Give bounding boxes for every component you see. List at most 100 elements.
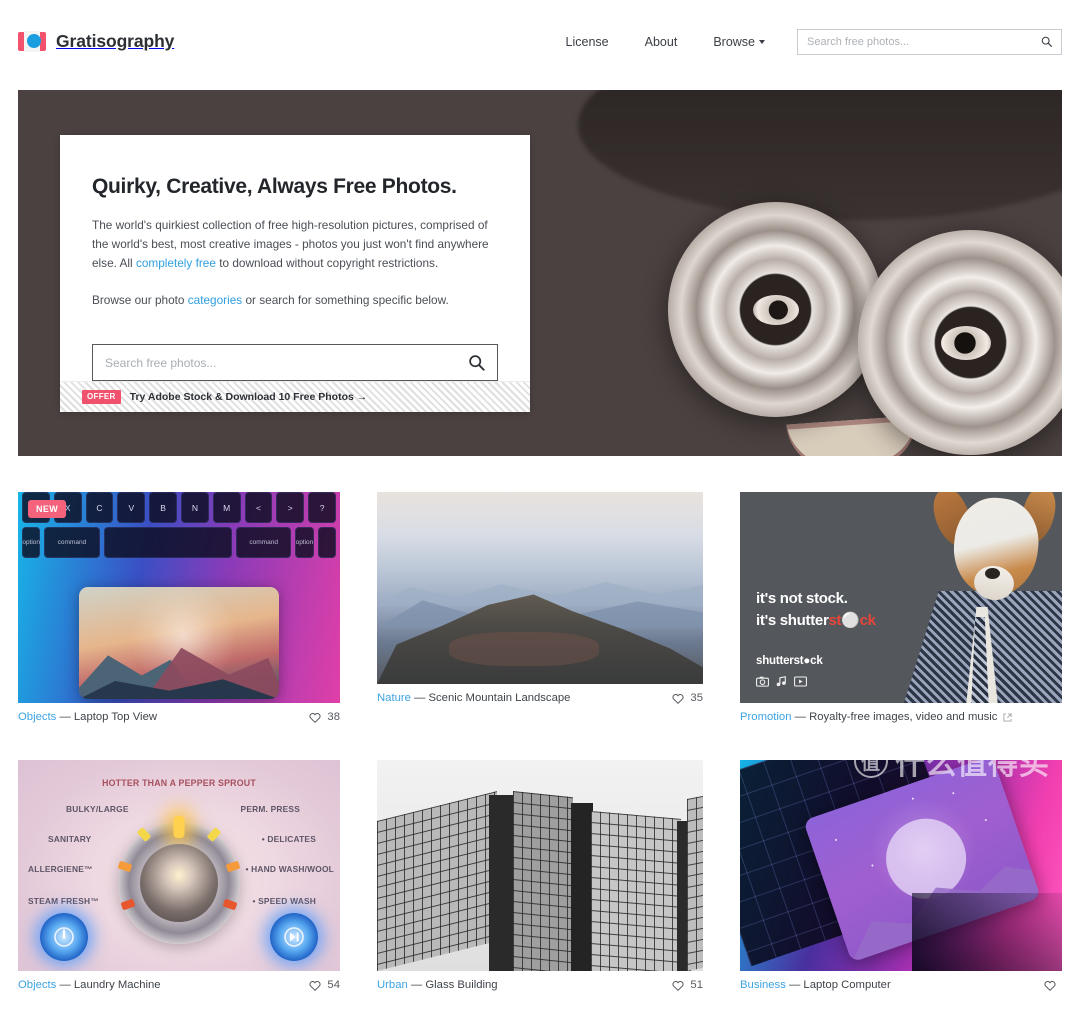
- like-counter[interactable]: 51: [672, 979, 703, 991]
- caption-separator: —: [788, 979, 801, 991]
- category-link[interactable]: Promotion: [740, 711, 792, 723]
- hero-panel: Quirky, Creative, Always Free Photos. Th…: [60, 135, 530, 412]
- like-counter[interactable]: 54: [309, 979, 340, 991]
- photo-card-promotion-shutterstock[interactable]: it's not stock. it's shutterst⚪ck shutte…: [740, 492, 1062, 723]
- search-icon[interactable]: [468, 354, 485, 371]
- photo-caption: Objects — Laptop Top View 38: [18, 703, 340, 723]
- photo-card-laptop-top-view[interactable]: XCV BNM < >? option command command option…: [18, 492, 340, 723]
- power-button[interactable]: [40, 913, 88, 961]
- site-header: Gratisography License About Browse: [0, 0, 1080, 83]
- heart-icon[interactable]: [672, 693, 684, 704]
- header-search-box[interactable]: [797, 28, 1062, 55]
- hero-p1-part-b: to download without copyright restrictio…: [215, 256, 439, 271]
- photo-thumbnail[interactable]: [377, 492, 703, 684]
- photo-card-laundry-machine[interactable]: HOTTER THAN A PEPPER SPROUT BULKY/LARGE …: [18, 760, 340, 991]
- ad-line-2-c: ck: [859, 612, 876, 629]
- header-search-input[interactable]: [807, 35, 1041, 48]
- photo-title: Laptop Top View: [73, 711, 158, 723]
- heart-icon[interactable]: [1044, 980, 1056, 991]
- control-dial: [117, 816, 241, 944]
- dial-label-speed-wash: • SPEED WASH: [252, 896, 316, 906]
- hero-search-input[interactable]: [105, 355, 468, 370]
- brand-name: Gratisography: [56, 31, 175, 51]
- like-count: 38: [327, 711, 340, 723]
- hero-paragraph-1: The world's quirkiest collection of free…: [92, 216, 498, 273]
- like-count: 51: [690, 979, 703, 991]
- nav-item-license[interactable]: License: [548, 32, 627, 52]
- photo-title: Royalty-free images, video and music: [809, 711, 998, 723]
- ad-line-2-a: it's shutter: [756, 612, 829, 629]
- hero-search-box[interactable]: [92, 344, 498, 381]
- play-pause-icon: [284, 927, 304, 947]
- main-navigation: License About Browse: [548, 28, 1062, 55]
- heart-icon[interactable]: [309, 980, 321, 991]
- photo-title: Scenic Mountain Landscape: [428, 692, 571, 704]
- gratisography-homepage: Gratisography License About Browse Searc…: [0, 0, 1080, 1013]
- music-icon: [776, 676, 786, 687]
- photo-caption: Nature — Scenic Mountain Landscape 35: [377, 684, 703, 704]
- dial-label-delicates: • DELICATES: [261, 834, 316, 844]
- nav-item-browse[interactable]: Browse: [695, 32, 783, 52]
- dial-label-hand-wash: • HAND WASH/WOOL: [245, 864, 334, 874]
- photo-thumbnail[interactable]: HOTTER THAN A PEPPER SPROUT BULKY/LARGE …: [18, 760, 340, 971]
- page-title: Quirky, Creative, Always Free Photos.: [92, 175, 457, 198]
- nav-item-about[interactable]: About: [627, 32, 696, 52]
- offer-text: Try Adobe Stock & Download 10 Free Photo…: [129, 391, 368, 403]
- category-link[interactable]: Business: [740, 979, 786, 991]
- trackpad-artwork: [79, 587, 279, 699]
- brand-logo-link[interactable]: Gratisography: [18, 31, 174, 52]
- promo-thumbnail[interactable]: it's not stock. it's shutterst⚪ck shutte…: [740, 492, 1062, 703]
- dial-label-bulky: BULKY/LARGE: [66, 804, 129, 814]
- category-link[interactable]: Objects: [18, 979, 56, 991]
- photo-card-glass-building[interactable]: Urban — Glass Building 51: [377, 760, 703, 991]
- photo-thumbnail[interactable]: [740, 760, 1062, 971]
- heart-icon[interactable]: [672, 980, 684, 991]
- like-count: 54: [327, 979, 340, 991]
- caption-separator: —: [414, 692, 426, 704]
- caption-separator: —: [59, 711, 71, 723]
- hero-p2-part-b: or search for something specific below.: [242, 293, 449, 308]
- search-icon[interactable]: [1041, 36, 1052, 47]
- like-counter[interactable]: [1044, 980, 1062, 991]
- offer-badge: OFFER: [82, 390, 121, 404]
- photo-caption: Urban — Glass Building 51: [377, 971, 703, 991]
- dial-label-steam-fresh: STEAM FRESH™: [28, 896, 99, 906]
- ad-line-2: it's shutterst⚪ck: [756, 611, 876, 629]
- ad-line-2-dot: ⚪: [841, 612, 860, 629]
- start-pause-button[interactable]: [270, 913, 318, 961]
- completely-free-link[interactable]: completely free: [136, 256, 216, 270]
- caption-separator: —: [59, 979, 71, 991]
- like-counter[interactable]: 35: [672, 692, 703, 704]
- photo-caption: Promotion — Royalty-free images, video a…: [740, 703, 1062, 723]
- heart-icon[interactable]: [309, 712, 321, 723]
- like-counter[interactable]: 38: [309, 711, 340, 723]
- category-link[interactable]: Urban: [377, 979, 408, 991]
- photo-title: Glass Building: [425, 979, 498, 991]
- chevron-down-icon: [759, 40, 765, 45]
- hero-paragraph-2: Browse our photo categories or search fo…: [92, 291, 498, 310]
- photo-card-laptop-computer[interactable]: Business — Laptop Computer 值 什么值得买: [740, 744, 1062, 991]
- power-icon: [54, 927, 74, 947]
- dial-label-allergiene: ALLERGIENE™: [28, 864, 93, 874]
- hero-banner: Quirky, Creative, Always Free Photos. Th…: [18, 90, 1062, 456]
- category-link[interactable]: Nature: [377, 692, 411, 704]
- external-link-icon[interactable]: [1003, 712, 1013, 722]
- dial-label-sanitary: SANITARY: [48, 834, 92, 844]
- hero-p2-part-a: Browse our photo: [92, 293, 188, 308]
- nav-item-browse-label: Browse: [713, 34, 755, 49]
- photo-caption: Business — Laptop Computer 值 什么值得买: [740, 744, 1062, 991]
- dial-title-label: HOTTER THAN A PEPPER SPROUT: [102, 778, 256, 788]
- ad-line-1: it's not stock.: [756, 590, 848, 607]
- ad-line-2-red: st: [828, 612, 842, 629]
- category-link[interactable]: Objects: [18, 711, 56, 723]
- camera-icon: [756, 676, 769, 687]
- categories-link[interactable]: categories: [188, 293, 242, 307]
- like-count: 35: [690, 692, 703, 704]
- photo-thumbnail[interactable]: XCV BNM < >? option command command option…: [18, 492, 340, 703]
- photo-title: Laundry Machine: [73, 979, 161, 991]
- offer-banner[interactable]: OFFER Try Adobe Stock & Download 10 Free…: [60, 381, 530, 412]
- shutterstock-logo: shutterst●ck: [756, 655, 823, 667]
- keyboard-keys: XCV BNM < >? option command command option: [18, 492, 340, 564]
- photo-card-scenic-mountain-landscape[interactable]: Nature — Scenic Mountain Landscape 35: [377, 492, 703, 723]
- photo-thumbnail[interactable]: [377, 760, 703, 971]
